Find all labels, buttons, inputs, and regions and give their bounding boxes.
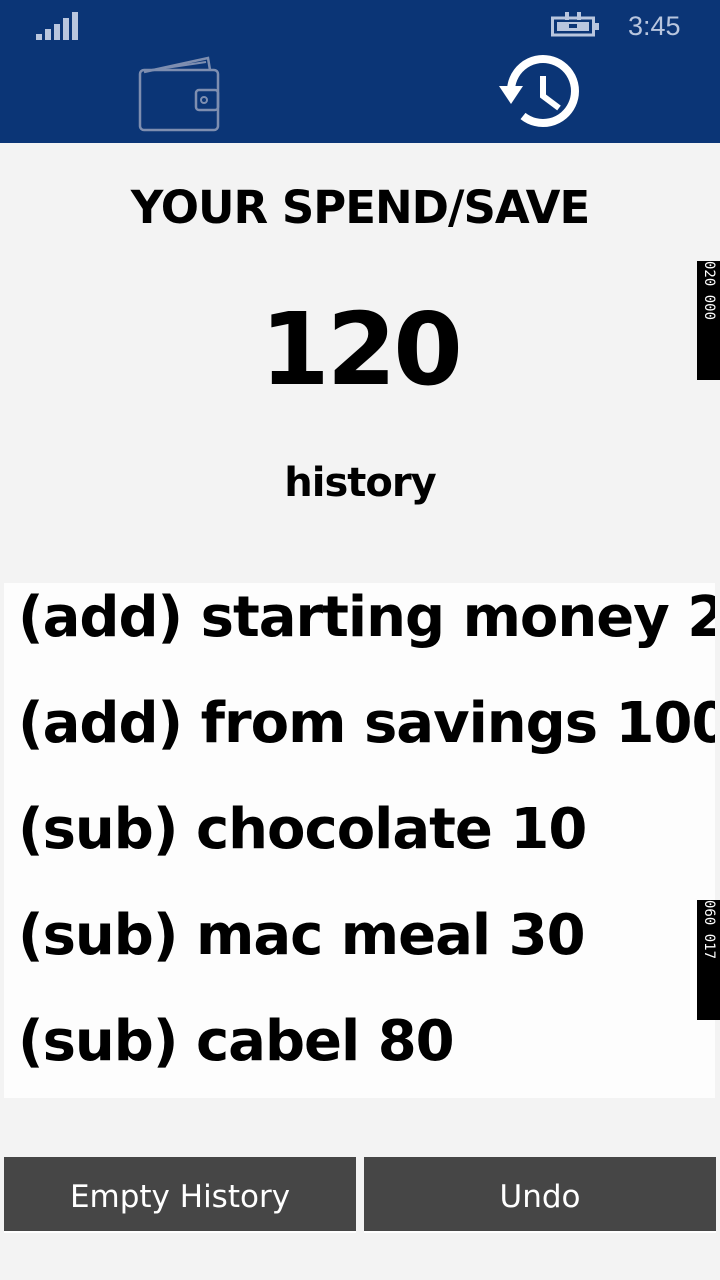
side-tag-top: 020 000 [697, 261, 720, 380]
history-item[interactable]: (add) from savings 100 [18, 689, 715, 789]
status-bar: 3:45 [0, 0, 720, 52]
tab-history[interactable] [360, 52, 720, 143]
history-item[interactable]: (add) starting money 2 [18, 583, 715, 683]
wallet-icon [138, 56, 220, 132]
history-heading: history [284, 460, 436, 506]
signal-strength-icon [36, 12, 78, 40]
history-list[interactable]: (add) starting money 2 (add) from saving… [4, 583, 715, 1098]
undo-button[interactable]: Undo [364, 1157, 716, 1233]
history-item[interactable]: (sub) chocolate 10 [18, 795, 587, 895]
empty-history-button[interactable]: Empty History [4, 1157, 356, 1233]
balance-amount: 120 [260, 291, 463, 408]
history-item[interactable]: (sub) cabel 80 [18, 1007, 455, 1098]
battery-charging-icon [551, 12, 599, 37]
status-time: 3:45 [628, 11, 681, 41]
app-header: 3:45 [0, 0, 720, 143]
side-tag-top-text: 020 000 [701, 261, 717, 321]
side-tag-bottom-text: 060 017 [701, 900, 717, 960]
page-title: YOUR SPEND/SAVE [130, 181, 590, 234]
history-icon [499, 55, 579, 127]
app-screen: 3:45 YOUR SPEND/SAVE 120 history (add) s… [0, 0, 720, 1280]
tab-bar [0, 52, 720, 143]
tab-wallet[interactable] [0, 52, 360, 143]
history-item[interactable]: (sub) mac meal 30 [18, 901, 586, 1001]
side-tag-bottom: 060 017 [697, 900, 720, 1020]
